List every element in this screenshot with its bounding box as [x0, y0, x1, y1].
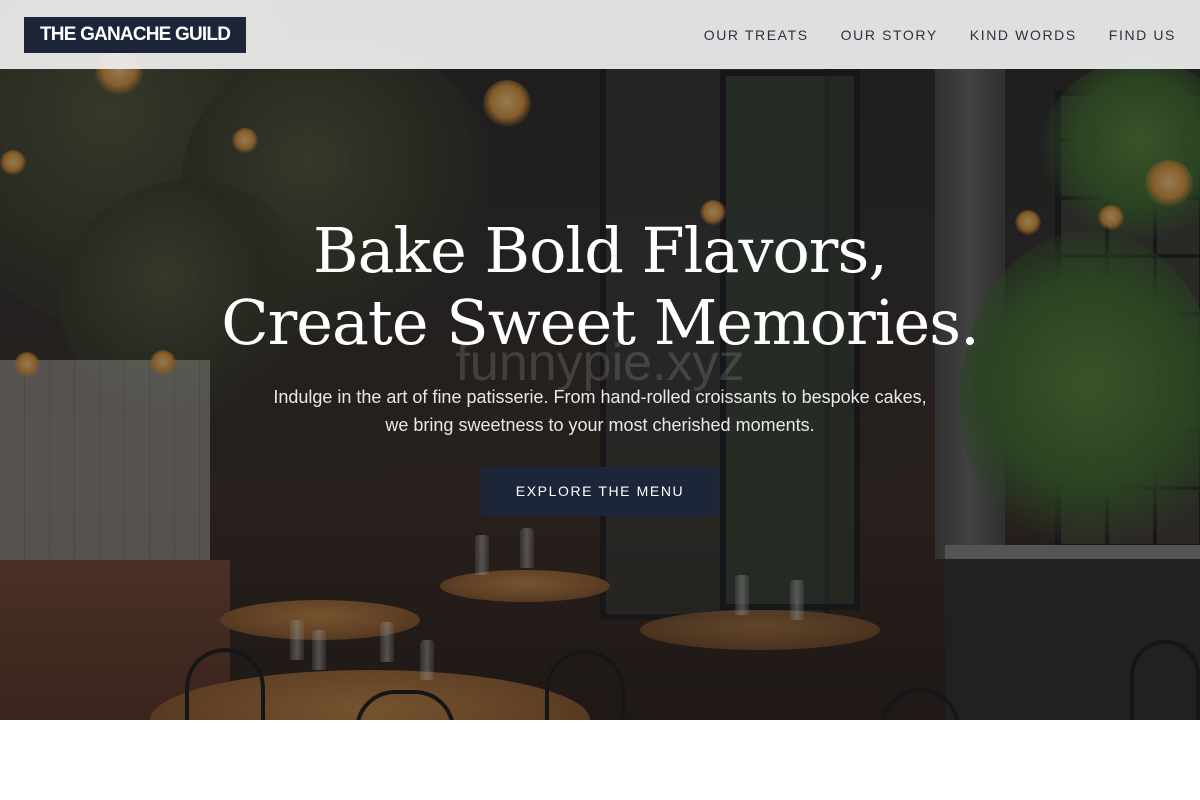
nav-link-our-treats[interactable]: OUR TREATS: [704, 27, 809, 43]
site-header: THE GANACHE GUILD OUR TREATS OUR STORY K…: [0, 0, 1200, 69]
explore-menu-button[interactable]: EXPLORE THE MENU: [481, 467, 719, 516]
hero-content: funnypie.xyz Bake Bold Flavors, Create S…: [0, 215, 1200, 516]
main-nav: OUR TREATS OUR STORY KIND WORDS FIND US: [704, 27, 1176, 43]
hero-headline-line-2: Create Sweet Memories.: [221, 286, 980, 359]
site-logo[interactable]: THE GANACHE GUILD: [24, 16, 247, 53]
hero-subtext: Indulge in the art of fine patisserie. F…: [273, 387, 927, 435]
hero-headline: Bake Bold Flavors, Create Sweet Memories…: [0, 215, 1200, 359]
nav-link-kind-words[interactable]: KIND WORDS: [970, 27, 1077, 43]
nav-link-find-us[interactable]: FIND US: [1109, 27, 1176, 43]
nav-link-our-story[interactable]: OUR STORY: [841, 27, 938, 43]
hero-headline-line-1: Bake Bold Flavors,: [313, 214, 888, 287]
